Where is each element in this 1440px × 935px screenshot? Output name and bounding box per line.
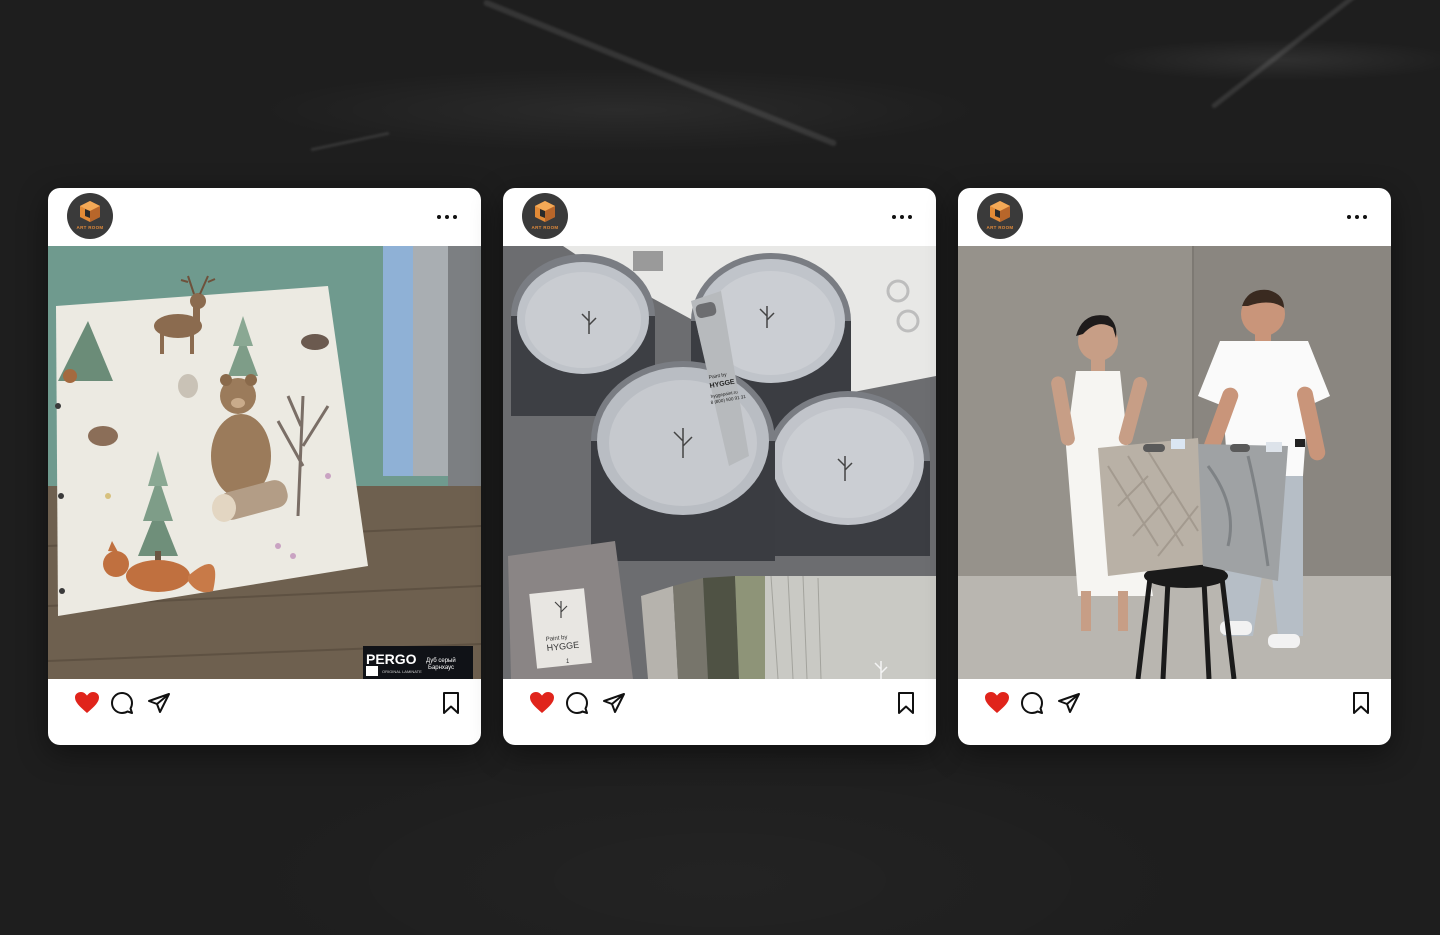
post-actions-bar	[48, 679, 481, 745]
pergo-product-line1: Дуб серый	[426, 657, 456, 664]
art-room-logo	[80, 201, 100, 222]
comment-icon[interactable]	[110, 691, 134, 715]
bookmark-icon[interactable]	[1351, 691, 1371, 715]
bookmark-icon[interactable]	[896, 691, 916, 715]
avatar[interactable]: ART ROOM	[977, 193, 1023, 239]
post-photo[interactable]: Paint by HYGGE hyggepaint.ru 8 (800) 500…	[503, 246, 936, 679]
comment-icon[interactable]	[565, 691, 589, 715]
avatar-brand-text: ART ROOM	[76, 225, 104, 230]
avatar[interactable]: ART ROOM	[67, 193, 113, 239]
avatar[interactable]: ART ROOM	[522, 193, 568, 239]
post-header: ART ROOM	[48, 188, 481, 246]
heart-icon[interactable]	[984, 691, 1010, 715]
share-icon[interactable]	[1057, 691, 1081, 715]
more-options-icon[interactable]	[892, 210, 912, 224]
post-photo[interactable]: PERGO ORIGINAL LAMINATE Дуб серый Барнха…	[48, 246, 481, 679]
post-card: ART ROOM	[958, 188, 1391, 745]
heart-icon[interactable]	[529, 691, 555, 715]
more-options-icon[interactable]	[437, 210, 457, 224]
post-header: ART ROOM	[958, 188, 1391, 246]
heart-icon[interactable]	[74, 691, 100, 715]
post-card: ART ROOM	[503, 188, 936, 745]
avatar-brand-text: ART ROOM	[531, 225, 559, 230]
art-room-logo	[535, 201, 555, 222]
share-icon[interactable]	[147, 691, 171, 715]
more-options-icon[interactable]	[1347, 210, 1367, 224]
pergo-product-line2: Барнхаус	[428, 665, 454, 671]
post-actions-bar	[958, 679, 1391, 745]
post-card: ART ROOM	[48, 188, 481, 745]
post-header: ART ROOM	[503, 188, 936, 246]
pergo-sub-text: ORIGINAL LAMINATE	[382, 669, 422, 674]
share-icon[interactable]	[602, 691, 626, 715]
pergo-brand-text: PERGO	[366, 651, 417, 667]
comment-icon[interactable]	[1020, 691, 1044, 715]
post-photo[interactable]	[958, 246, 1391, 679]
post-actions-bar	[503, 679, 936, 745]
bookmark-icon[interactable]	[441, 691, 461, 715]
art-room-logo	[990, 201, 1010, 222]
avatar-brand-text: ART ROOM	[986, 225, 1014, 230]
